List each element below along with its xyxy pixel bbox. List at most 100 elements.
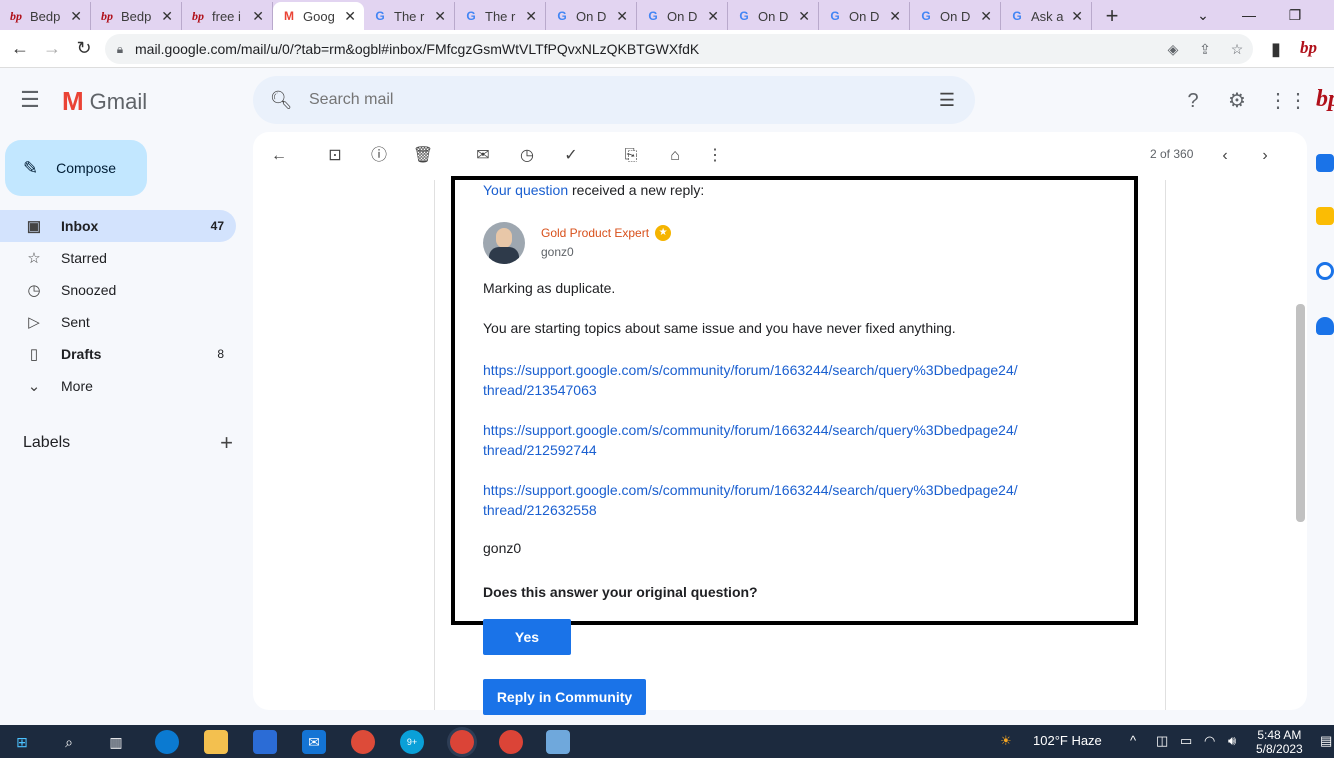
share-icon[interactable]: ⇪ bbox=[1189, 41, 1221, 58]
meet-icon[interactable]: ◫ bbox=[1156, 733, 1168, 749]
compose-button[interactable]: ✎ Compose bbox=[5, 140, 147, 196]
google-icon: G bbox=[557, 9, 567, 23]
account-logo[interactable]: bp bbox=[1316, 86, 1334, 113]
tab-close-icon[interactable]: ✕ bbox=[434, 8, 446, 25]
tab-close-icon[interactable]: ✕ bbox=[161, 8, 173, 25]
sidebar-item-inbox[interactable]: ▣ Inbox 47 bbox=[0, 210, 236, 242]
label-icon[interactable]: ⌂ bbox=[663, 144, 687, 168]
report-spam-icon[interactable]: ⓘ bbox=[367, 144, 391, 168]
browser-tab[interactable]: bp free i ✕ bbox=[182, 2, 273, 30]
older-chevron-icon[interactable]: › bbox=[1253, 144, 1277, 168]
new-tab-button[interactable]: + bbox=[1092, 2, 1132, 30]
sidebar-item-snoozed[interactable]: ◷ Snoozed bbox=[0, 274, 236, 306]
mark-unread-icon[interactable]: ✉ bbox=[471, 144, 495, 168]
chrome-icon[interactable] bbox=[499, 730, 523, 754]
browser-tab[interactable]: G On D ✕ bbox=[910, 2, 1001, 30]
sidebar-item-count: 47 bbox=[210, 219, 224, 233]
chrome-profile-m-icon[interactable] bbox=[351, 730, 375, 754]
yes-button[interactable]: Yes bbox=[483, 619, 571, 655]
tab-close-icon[interactable]: ✕ bbox=[1071, 8, 1083, 25]
gmail-logo[interactable]: M Gmail bbox=[62, 86, 147, 117]
back-button[interactable]: ← bbox=[4, 33, 36, 65]
tab-close-icon[interactable]: ✕ bbox=[344, 8, 356, 25]
tab-close-icon[interactable]: ✕ bbox=[798, 8, 810, 25]
browser-tab[interactable]: G On D ✕ bbox=[546, 2, 637, 30]
snooze-icon[interactable]: ◷ bbox=[515, 144, 539, 168]
notifications-icon[interactable]: ▤ bbox=[1320, 733, 1332, 749]
add-label-icon[interactable]: + bbox=[220, 430, 233, 456]
file-explorer-icon[interactable] bbox=[204, 730, 228, 754]
calendar-icon[interactable] bbox=[1316, 154, 1334, 172]
omnibox[interactable]: 🔒︎ mail.google.com/mail/u/0/?tab=rm&ogbl… bbox=[105, 34, 1253, 64]
store-icon[interactable] bbox=[253, 730, 277, 754]
reload-button[interactable]: ↻ bbox=[68, 33, 100, 65]
wifi-icon[interactable]: ◠ bbox=[1204, 733, 1215, 749]
task-view-icon[interactable]: ▥ bbox=[104, 730, 128, 754]
main-menu-icon[interactable]: ☰ bbox=[18, 88, 42, 112]
browser-tab[interactable]: G The r ✕ bbox=[455, 2, 546, 30]
chrome-active-icon[interactable] bbox=[450, 730, 474, 754]
browser-tab[interactable]: bp Bedp ✕ bbox=[0, 2, 91, 30]
tab-close-icon[interactable]: ✕ bbox=[980, 8, 992, 25]
forward-button[interactable]: → bbox=[36, 33, 68, 65]
mail-app-icon[interactable]: ✉ bbox=[302, 730, 326, 754]
tab-close-icon[interactable]: ✕ bbox=[525, 8, 537, 25]
help-icon[interactable]: ? bbox=[1180, 88, 1206, 114]
apps-grid-icon[interactable]: ⋮⋮ bbox=[1268, 88, 1308, 114]
tasks-icon[interactable] bbox=[1316, 262, 1334, 280]
tab-search-icon[interactable]: ⌄ bbox=[1180, 0, 1226, 30]
browser-tab[interactable]: M Goog ✕ bbox=[273, 2, 364, 30]
delete-icon[interactable]: 🗑︎ bbox=[411, 144, 435, 168]
back-to-inbox-icon[interactable]: ← bbox=[267, 144, 291, 168]
taskbar-search-icon[interactable]: ⌕ bbox=[57, 730, 81, 754]
browser-tab[interactable]: G Ask a ✕ bbox=[1001, 2, 1092, 30]
tab-close-icon[interactable]: ✕ bbox=[252, 8, 264, 25]
start-icon[interactable]: ⊞ bbox=[10, 730, 34, 754]
minimize-button[interactable]: — bbox=[1226, 0, 1272, 30]
inbox-icon: ▣ bbox=[26, 218, 42, 235]
browser-tab[interactable]: G The r ✕ bbox=[364, 2, 455, 30]
more-options-icon[interactable]: ⋮ bbox=[703, 144, 727, 168]
tab-title: On D bbox=[940, 8, 971, 24]
volume-icon[interactable]: 🔊︎ bbox=[1228, 733, 1236, 749]
add-task-icon[interactable]: ✓ bbox=[559, 144, 583, 168]
tray-chevron-icon[interactable]: ^ bbox=[1130, 733, 1136, 748]
tab-title: Ask a bbox=[1031, 8, 1064, 24]
skype-icon[interactable]: 9+ bbox=[400, 730, 424, 754]
keep-icon[interactable] bbox=[1316, 207, 1334, 225]
tab-close-icon[interactable]: ✕ bbox=[70, 8, 82, 25]
sidepanel-icon[interactable]: ▮ bbox=[1260, 33, 1292, 65]
browser-tab[interactable]: bp Bedp ✕ bbox=[91, 2, 182, 30]
notepad-icon[interactable] bbox=[546, 730, 570, 754]
search-icon[interactable]: 🔍︎ bbox=[253, 90, 309, 111]
sidebar-item-label: More bbox=[61, 378, 93, 394]
bookmark-star-icon[interactable]: ☆ bbox=[1221, 41, 1253, 58]
sidebar-item-more[interactable]: ⌄ More bbox=[0, 370, 236, 402]
tab-close-icon[interactable]: ✕ bbox=[889, 8, 901, 25]
browser-tab[interactable]: G On D ✕ bbox=[728, 2, 819, 30]
battery-icon[interactable]: ▭ bbox=[1180, 733, 1192, 749]
weather-text[interactable]: 102°F Haze bbox=[1033, 733, 1102, 748]
scrollbar[interactable] bbox=[1296, 304, 1305, 522]
contacts-icon[interactable] bbox=[1316, 317, 1334, 335]
search-options-icon[interactable]: ☰ bbox=[919, 90, 975, 111]
search-input[interactable] bbox=[309, 91, 919, 109]
site-info-icon[interactable]: ◈ bbox=[1157, 41, 1189, 58]
sidebar-item-sent[interactable]: ▷ Sent bbox=[0, 306, 236, 338]
extension-bp-icon[interactable]: bp bbox=[1300, 38, 1317, 58]
restore-button[interactable]: ❐ bbox=[1272, 0, 1318, 30]
tab-close-icon[interactable]: ✕ bbox=[616, 8, 628, 25]
sidebar-item-starred[interactable]: ☆ Starred bbox=[0, 242, 236, 274]
newer-chevron-icon[interactable]: ‹ bbox=[1213, 144, 1237, 168]
browser-tab[interactable]: G On D ✕ bbox=[637, 2, 728, 30]
sidebar-item-drafts[interactable]: ▯ Drafts 8 bbox=[0, 338, 236, 370]
reply-in-community-button[interactable]: Reply in Community bbox=[483, 679, 646, 715]
archive-icon[interactable]: ⊡ bbox=[323, 144, 347, 168]
settings-gear-icon[interactable]: ⚙ bbox=[1224, 88, 1250, 114]
gmail-icon: M bbox=[284, 9, 294, 23]
edge-icon[interactable] bbox=[155, 730, 179, 754]
browser-tab[interactable]: G On D ✕ bbox=[819, 2, 910, 30]
clock[interactable]: 5:48 AM 5/8/2023 bbox=[1256, 728, 1303, 756]
tab-close-icon[interactable]: ✕ bbox=[707, 8, 719, 25]
move-to-icon[interactable]: ⎘ bbox=[619, 144, 643, 168]
